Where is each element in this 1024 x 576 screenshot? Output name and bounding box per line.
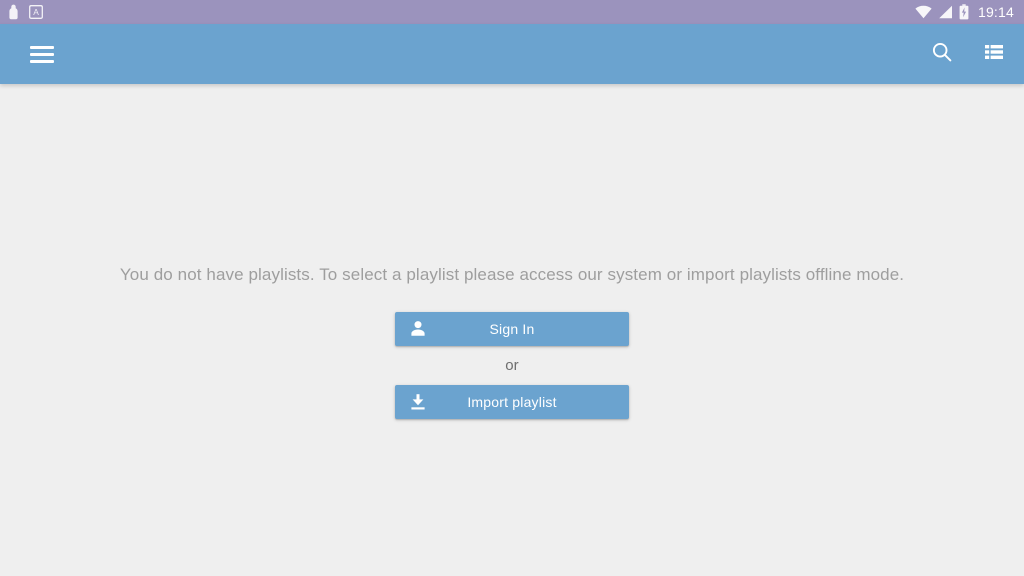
letter-a-badge-icon: A bbox=[29, 5, 43, 19]
sign-in-button-label: Sign In bbox=[489, 321, 535, 337]
download-icon bbox=[407, 385, 429, 419]
usb-debug-icon bbox=[8, 4, 19, 20]
view-list-icon bbox=[983, 41, 1005, 68]
search-icon bbox=[930, 40, 954, 69]
app-screen: A 19:14 You do not have playlists. To se… bbox=[0, 0, 1024, 576]
empty-playlists-state: You do not have playlists. To select a p… bbox=[0, 264, 1024, 419]
sign-in-button[interactable]: Sign In bbox=[395, 312, 629, 346]
navigation-drawer-menu-button[interactable] bbox=[22, 34, 62, 74]
status-bar: A 19:14 bbox=[0, 0, 1024, 24]
view-list-button[interactable] bbox=[980, 40, 1008, 68]
cellular-signal-icon bbox=[938, 5, 953, 19]
person-icon bbox=[407, 312, 429, 346]
status-bar-right-icons: 19:14 bbox=[915, 4, 1014, 20]
content-area: You do not have playlists. To select a p… bbox=[0, 84, 1024, 576]
import-playlist-button-label: Import playlist bbox=[467, 394, 557, 410]
wifi-icon bbox=[915, 5, 932, 19]
status-bar-clock: 19:14 bbox=[977, 4, 1014, 20]
app-bar bbox=[0, 24, 1024, 84]
battery-charging-icon bbox=[959, 4, 969, 20]
search-button[interactable] bbox=[928, 40, 956, 68]
hamburger-menu-icon bbox=[30, 45, 54, 63]
import-playlist-button[interactable]: Import playlist bbox=[395, 385, 629, 419]
or-divider-label: or bbox=[505, 357, 519, 374]
app-bar-actions bbox=[928, 40, 1008, 68]
svg-text:A: A bbox=[33, 7, 39, 17]
status-bar-left-icons: A bbox=[8, 4, 43, 20]
empty-state-message: You do not have playlists. To select a p… bbox=[119, 265, 905, 284]
